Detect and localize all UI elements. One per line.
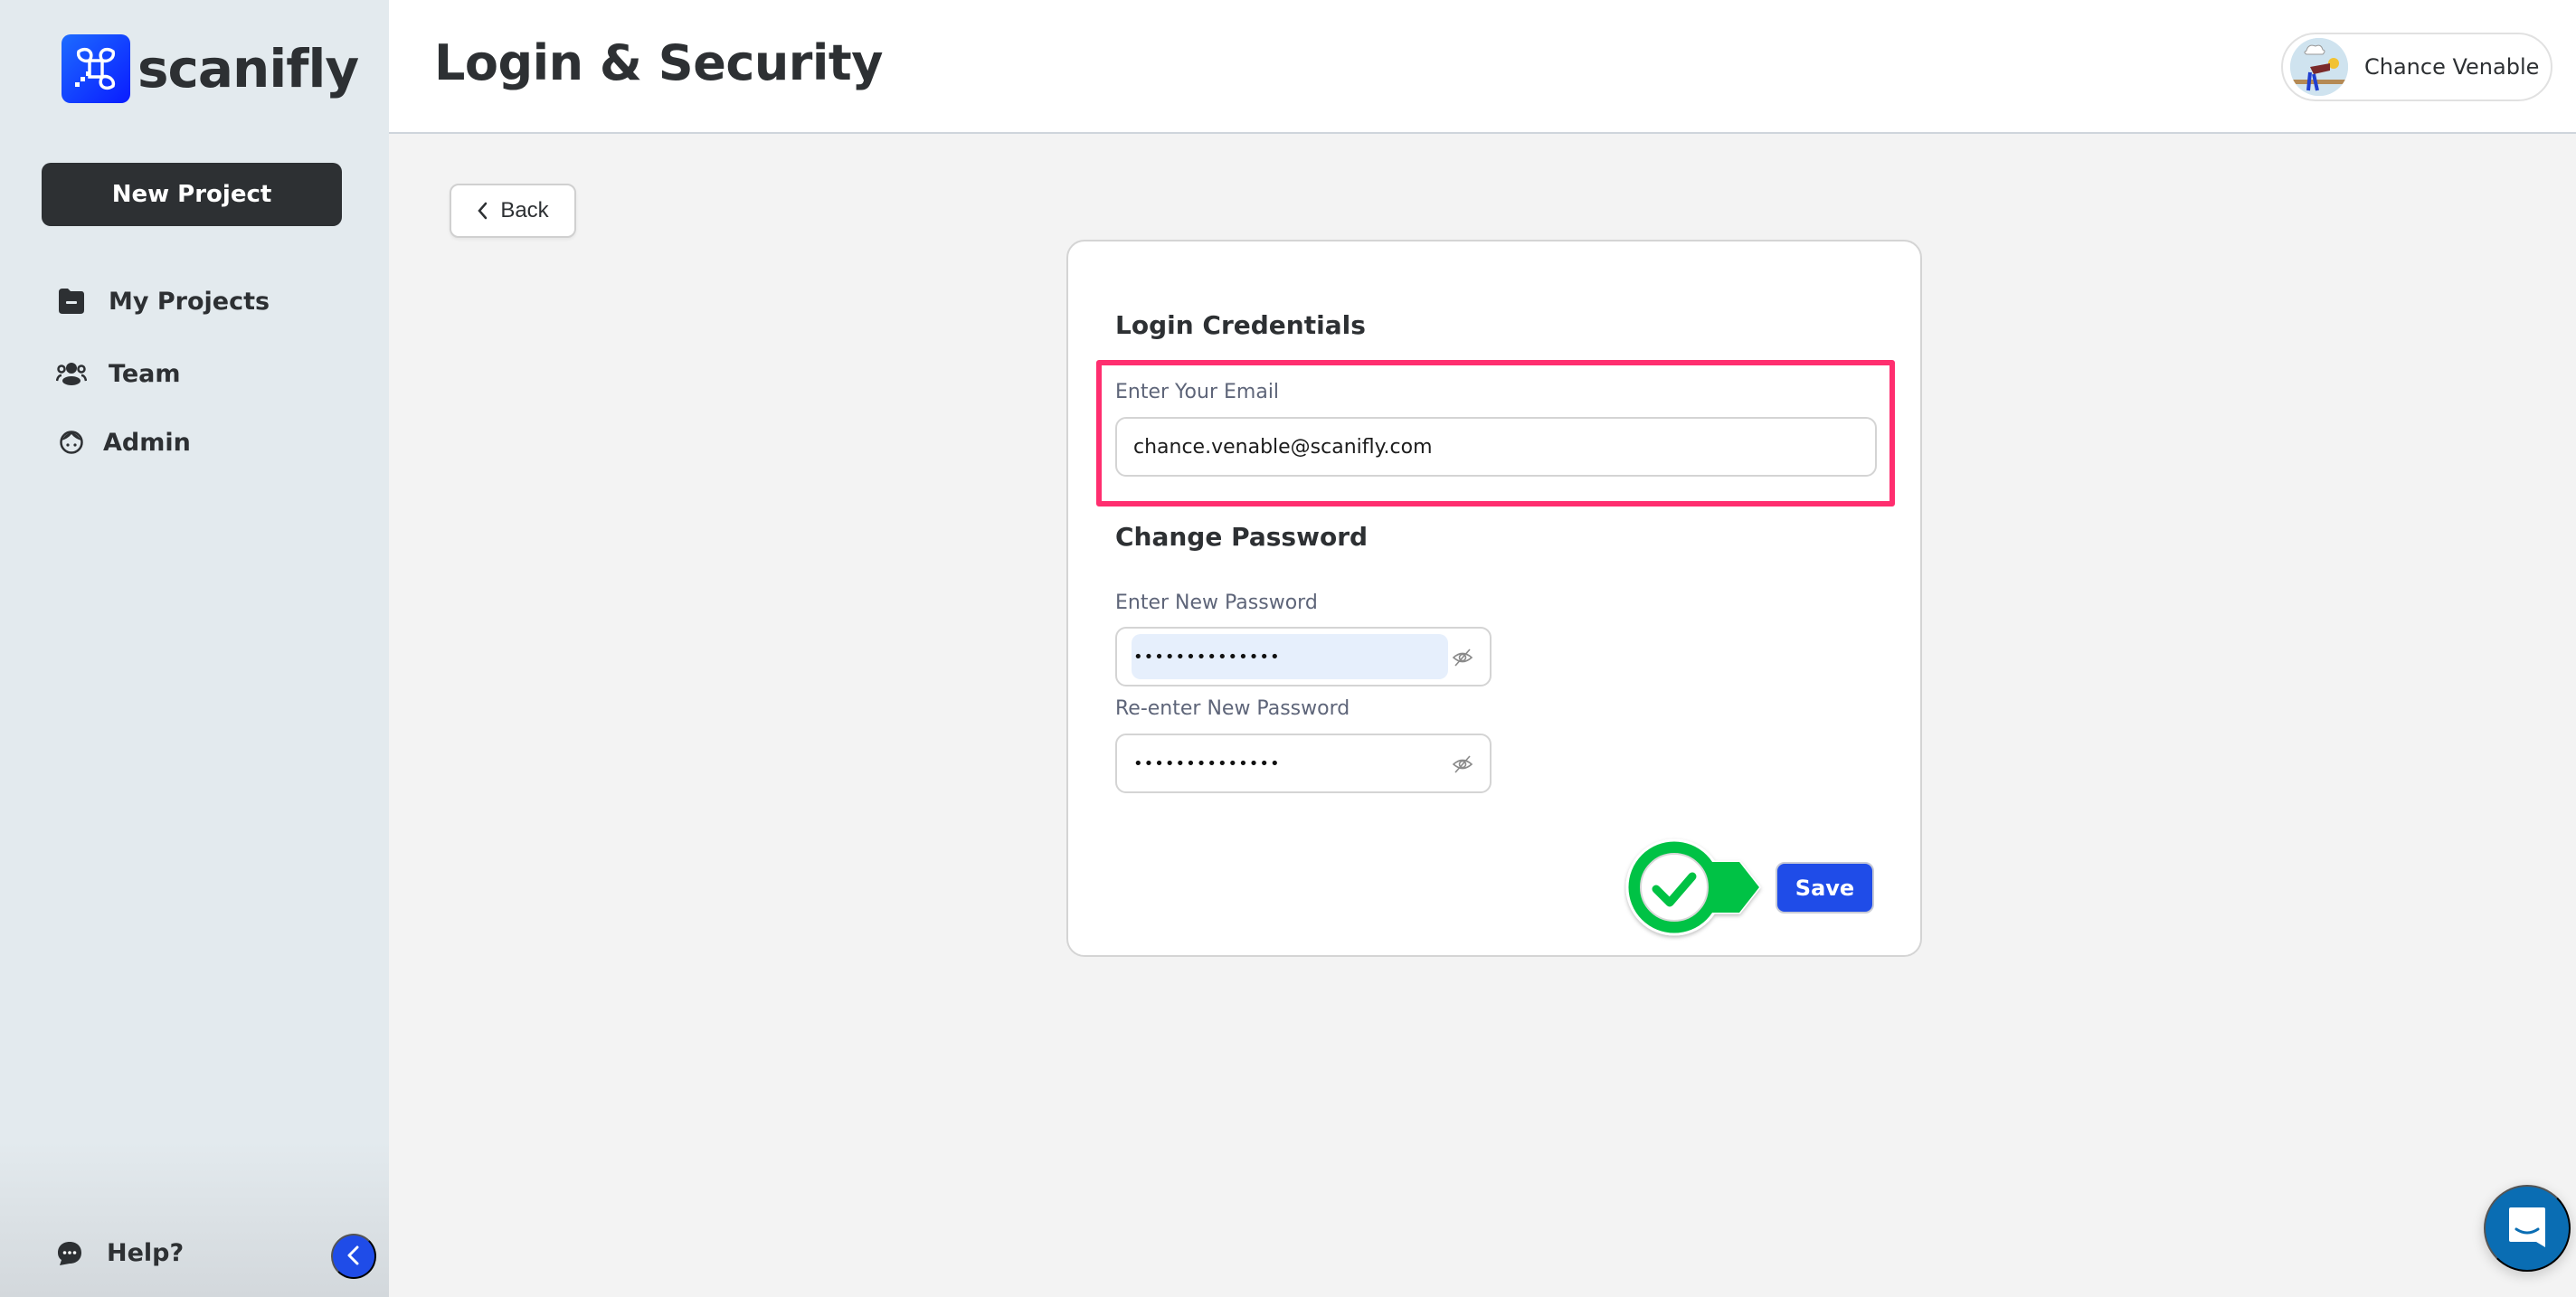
- email-value: chance.venable@scanifly.com: [1133, 435, 1433, 459]
- reenter-password-field[interactable]: ••••••••••••••: [1115, 734, 1492, 793]
- scanifly-logo-icon: [62, 34, 130, 103]
- reenter-password-label: Re-enter New Password: [1115, 697, 1350, 720]
- new-password-label: Enter New Password: [1115, 592, 1318, 614]
- new-project-button[interactable]: New Project: [42, 163, 342, 226]
- sidebar-item-label: My Projects: [109, 287, 270, 316]
- eye-off-icon[interactable]: [1452, 647, 1473, 668]
- chevron-left-icon: [477, 202, 488, 220]
- sidebar-item-team[interactable]: Team: [56, 358, 181, 389]
- email-label: Enter Your Email: [1115, 381, 1280, 403]
- sidebar-item-admin[interactable]: Admin: [56, 427, 191, 458]
- chat-launcher-button[interactable]: [2484, 1185, 2571, 1272]
- user-name: Chance Venable: [2364, 54, 2540, 80]
- login-credentials-heading: Login Credentials: [1115, 310, 1366, 340]
- email-field[interactable]: chance.venable@scanifly.com: [1115, 417, 1877, 477]
- collapse-sidebar-button[interactable]: [331, 1234, 376, 1279]
- messenger-icon: [2507, 1206, 2547, 1252]
- reenter-password-value: ••••••••••••••: [1133, 753, 1281, 773]
- save-button[interactable]: Save: [1776, 862, 1874, 914]
- brand-logo[interactable]: scanifly: [62, 34, 359, 103]
- change-password-heading: Change Password: [1115, 522, 1368, 552]
- user-avatar: [2290, 38, 2348, 96]
- checkmark-annotation-icon: [1624, 835, 1768, 942]
- sidebar-item-my-projects[interactable]: My Projects: [56, 286, 270, 317]
- back-label: Back: [500, 198, 549, 222]
- user-profile-menu[interactable]: Chance Venable: [2281, 33, 2552, 101]
- team-icon: [56, 358, 87, 389]
- page-title: Login & Security: [434, 34, 883, 91]
- login-security-card: Login Credentials Enter Your Email chanc…: [1066, 240, 1922, 957]
- chat-bubble-icon: [56, 1240, 83, 1267]
- sidebar-item-label: Team: [109, 359, 181, 388]
- eye-off-icon[interactable]: [1452, 753, 1473, 775]
- new-password-field[interactable]: ••••••••••••••: [1115, 627, 1492, 686]
- help-link[interactable]: Help?: [56, 1239, 184, 1267]
- chevron-left-icon: [345, 1245, 363, 1269]
- help-label: Help?: [107, 1239, 185, 1267]
- brand-name: scanifly: [137, 38, 359, 99]
- sidebar-item-label: Admin: [103, 428, 191, 457]
- back-button[interactable]: Back: [450, 184, 576, 238]
- sidebar: scanifly New Project My Projects Team Ad…: [0, 0, 389, 1297]
- top-header: Login & Security Chance Venable: [389, 0, 2576, 134]
- new-password-value: ••••••••••••••: [1133, 647, 1281, 667]
- folder-icon: [56, 286, 87, 317]
- admin-face-icon: [56, 427, 87, 458]
